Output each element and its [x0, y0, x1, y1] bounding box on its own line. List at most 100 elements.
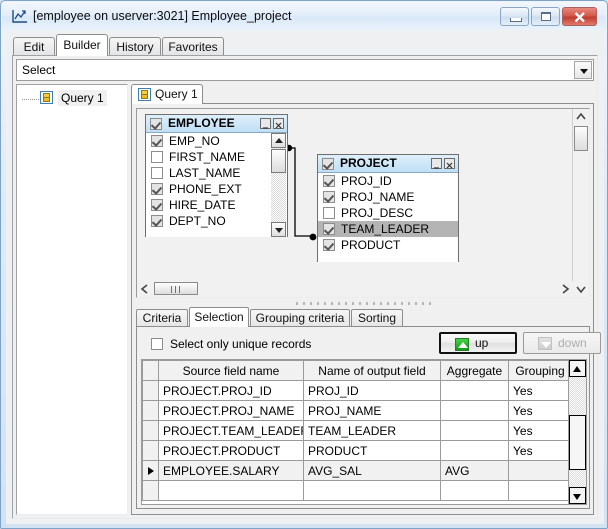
- cell-aggregate[interactable]: [440, 480, 509, 501]
- cell-source-field[interactable]: [158, 480, 304, 501]
- cell-source-field[interactable]: EMPLOYEE.SALARY: [158, 460, 304, 481]
- table-header-project[interactable]: PROJECT: [318, 155, 458, 173]
- cell-aggregate[interactable]: [440, 440, 509, 461]
- table-checkbox-employee[interactable]: [150, 118, 162, 130]
- cell-output-field[interactable]: PROJ_ID: [303, 380, 441, 401]
- table-checkbox-project[interactable]: [322, 158, 334, 170]
- table-row-empty[interactable]: [142, 480, 572, 501]
- cell-grouping[interactable]: [508, 460, 572, 481]
- diagram-canvas[interactable]: EMPLOYEE EMP_NO FIRST_NAME LAST_NAME PHO…: [136, 108, 590, 298]
- table-minimize-icon[interactable]: [431, 158, 442, 169]
- field-item[interactable]: PROJ_ID: [318, 173, 458, 189]
- field-item[interactable]: EMP_NO: [146, 133, 287, 149]
- cell-output-field[interactable]: [303, 480, 441, 501]
- table-minimize-icon[interactable]: [260, 118, 271, 129]
- row-indicator[interactable]: [142, 440, 159, 461]
- field-item[interactable]: PROJ_NAME: [318, 189, 458, 205]
- row-indicator[interactable]: [142, 420, 159, 441]
- field-checkbox[interactable]: [323, 223, 335, 235]
- tab-history[interactable]: History: [109, 37, 161, 56]
- cell-output-field[interactable]: TEAM_LEADER: [303, 420, 441, 441]
- cell-aggregate[interactable]: [440, 380, 509, 401]
- field-checkbox[interactable]: [151, 135, 163, 147]
- employee-field-scrollbar[interactable]: [271, 133, 286, 237]
- grid-vertical-scrollbar[interactable]: [568, 360, 586, 504]
- field-checkbox[interactable]: [323, 207, 335, 219]
- scrollbar-thumb[interactable]: [574, 126, 588, 151]
- scroll-up-arrow-icon[interactable]: [271, 133, 286, 148]
- row-indicator-current[interactable]: [142, 460, 159, 481]
- minimize-button[interactable]: [500, 7, 529, 26]
- cell-source-field[interactable]: PROJECT.PROJ_ID: [158, 380, 304, 401]
- cell-grouping[interactable]: Yes: [508, 380, 572, 401]
- statement-type-combobox[interactable]: Select: [16, 59, 594, 81]
- field-item[interactable]: FIRST_NAME: [146, 149, 287, 165]
- row-indicator[interactable]: [142, 400, 159, 421]
- field-checkbox[interactable]: [151, 215, 163, 227]
- scroll-down-arrow-icon[interactable]: [271, 222, 286, 237]
- field-checkbox[interactable]: [151, 167, 163, 179]
- field-item[interactable]: LAST_NAME: [146, 165, 287, 181]
- scroll-right-arrow-icon[interactable]: [557, 281, 573, 297]
- scroll-left-arrow-icon[interactable]: [137, 281, 153, 297]
- table-row[interactable]: PROJECT.TEAM_LEADER TEAM_LEADER Yes: [142, 420, 572, 441]
- field-checkbox[interactable]: [151, 183, 163, 195]
- maximize-button[interactable]: [531, 7, 560, 26]
- row-indicator[interactable]: [142, 480, 159, 501]
- field-checkbox[interactable]: [323, 239, 335, 251]
- table-box-project[interactable]: PROJECT PROJ_ID PROJ_NAME PROJ_DESC TEAM…: [317, 154, 459, 262]
- table-close-icon[interactable]: [273, 118, 284, 129]
- cell-source-field[interactable]: PROJECT.PRODUCT: [158, 440, 304, 461]
- column-header-aggregate[interactable]: Aggregate: [440, 360, 509, 381]
- table-header-employee[interactable]: EMPLOYEE: [146, 115, 287, 133]
- cell-grouping[interactable]: Yes: [508, 400, 572, 421]
- field-item-selected[interactable]: TEAM_LEADER: [318, 221, 458, 237]
- field-checkbox[interactable]: [151, 199, 163, 211]
- table-row[interactable]: PROJECT.PROJ_ID PROJ_ID Yes: [142, 380, 572, 401]
- scroll-up-arrow-icon[interactable]: [569, 360, 586, 377]
- cell-aggregate[interactable]: AVG: [440, 460, 509, 481]
- field-item[interactable]: HIRE_DATE: [146, 197, 287, 213]
- tab-builder[interactable]: Builder: [56, 34, 108, 56]
- canvas-horizontal-scrollbar[interactable]: [137, 281, 573, 297]
- row-indicator[interactable]: [142, 380, 159, 401]
- scroll-down-arrow-icon[interactable]: [573, 281, 589, 297]
- tab-query-1[interactable]: Query 1: [131, 84, 203, 104]
- table-row[interactable]: PROJECT.PRODUCT PRODUCT Yes: [142, 440, 572, 461]
- tab-grouping-criteria[interactable]: Grouping criteria: [250, 309, 350, 327]
- tab-favorites[interactable]: Favorites: [162, 37, 224, 56]
- field-item[interactable]: PRODUCT: [318, 237, 458, 253]
- cell-output-field[interactable]: PROJ_NAME: [303, 400, 441, 421]
- column-header-grouping[interactable]: Grouping: [508, 360, 572, 381]
- tab-selection[interactable]: Selection: [189, 307, 249, 327]
- table-row[interactable]: PROJECT.PROJ_NAME PROJ_NAME Yes: [142, 400, 572, 421]
- field-checkbox[interactable]: [151, 151, 163, 163]
- cell-source-field[interactable]: PROJECT.TEAM_LEADER: [158, 420, 304, 441]
- pane-splitter[interactable]: [136, 300, 590, 307]
- tab-criteria[interactable]: Criteria: [136, 309, 188, 327]
- tab-sorting[interactable]: Sorting: [351, 309, 403, 327]
- selection-grid[interactable]: Source field name Name of output field A…: [141, 359, 587, 505]
- table-close-icon[interactable]: [444, 158, 455, 169]
- chevron-down-icon[interactable]: [574, 61, 592, 79]
- field-checkbox[interactable]: [323, 191, 335, 203]
- scroll-down-arrow-icon[interactable]: [569, 487, 586, 504]
- checkbox-box[interactable]: [151, 338, 163, 350]
- field-item[interactable]: PROJ_DESC: [318, 205, 458, 221]
- cell-grouping[interactable]: Yes: [508, 420, 572, 441]
- close-button[interactable]: [562, 7, 597, 26]
- cell-grouping[interactable]: [508, 480, 572, 501]
- cell-source-field[interactable]: PROJECT.PROJ_NAME: [158, 400, 304, 421]
- cell-grouping[interactable]: Yes: [508, 440, 572, 461]
- field-item[interactable]: PHONE_EXT: [146, 181, 287, 197]
- cell-aggregate[interactable]: [440, 400, 509, 421]
- cell-output-field[interactable]: AVG_SAL: [303, 460, 441, 481]
- scroll-up-arrow-icon[interactable]: [573, 109, 589, 125]
- move-up-button[interactable]: up: [439, 332, 517, 354]
- scrollbar-thumb[interactable]: [154, 282, 198, 295]
- column-header-source-field[interactable]: Source field name: [158, 360, 304, 381]
- canvas-vertical-scrollbar[interactable]: [572, 109, 589, 297]
- tab-edit[interactable]: Edit: [13, 37, 55, 56]
- cell-aggregate[interactable]: [440, 420, 509, 441]
- table-row-current[interactable]: EMPLOYEE.SALARY AVG_SAL AVG: [142, 460, 572, 481]
